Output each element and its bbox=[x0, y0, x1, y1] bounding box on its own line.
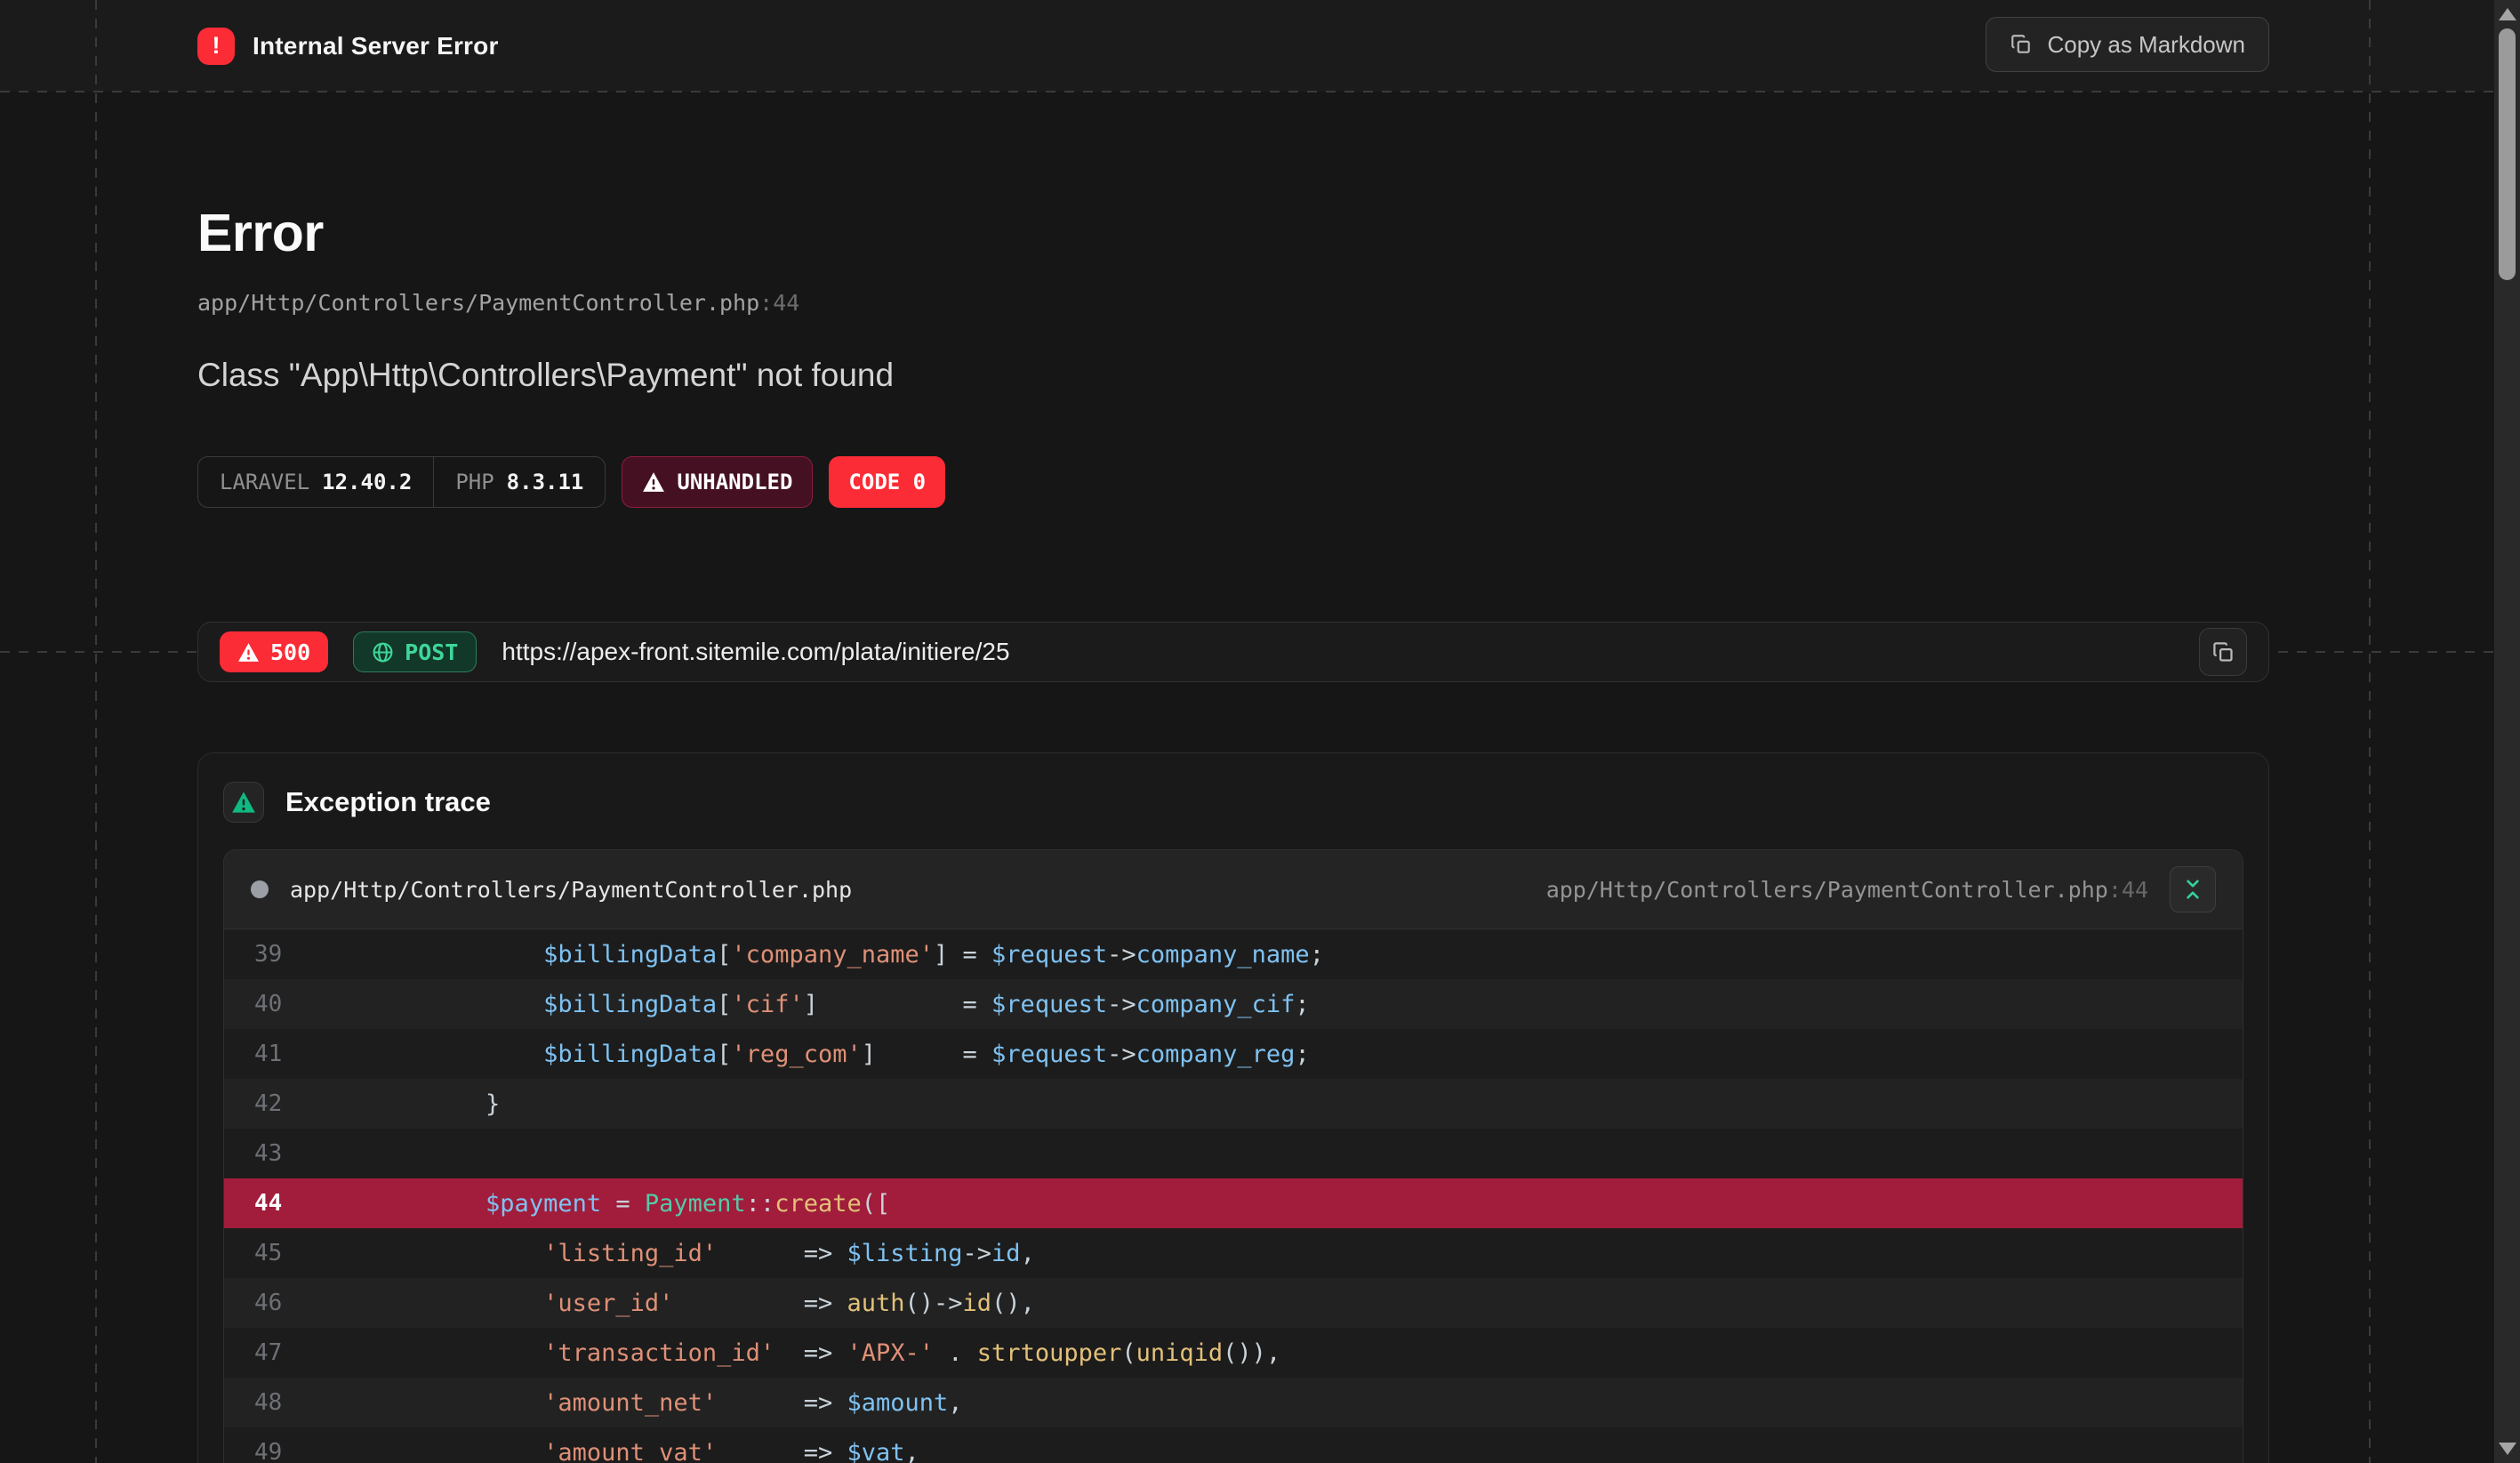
code-text: $billingData['cif'] = $request->company_… bbox=[331, 991, 1310, 1018]
code-text: $payment = Payment::create([ bbox=[331, 1190, 890, 1218]
code-text: $billingData['company_name'] = $request-… bbox=[331, 941, 1324, 969]
unhandled-badge: UNHANDLED bbox=[622, 456, 813, 508]
scrollbar-down-arrow[interactable] bbox=[2499, 1443, 2516, 1455]
laravel-label: LARAVEL bbox=[220, 470, 309, 494]
status-code: 500 bbox=[270, 639, 310, 665]
left-guide-line bbox=[95, 0, 97, 1463]
code-line-46: 46 'user_id' => auth()->id(), bbox=[224, 1278, 2243, 1328]
chevrons-collapse-icon bbox=[2181, 878, 2204, 901]
line-number: 42 bbox=[224, 1090, 331, 1117]
error-code-badge: CODE 0 bbox=[829, 456, 945, 508]
method-label: POST bbox=[405, 639, 458, 665]
topbar-left: ! Internal Server Error bbox=[197, 0, 499, 92]
version-pill: LARAVEL 12.40.2 PHP 8.3.11 bbox=[197, 456, 606, 508]
collapse-frame-button[interactable] bbox=[2170, 866, 2216, 912]
code-line-43: 43 bbox=[224, 1129, 2243, 1178]
frame-file-name: app/Http/Controllers/PaymentController.p… bbox=[290, 877, 852, 903]
error-heading: Error bbox=[197, 203, 945, 263]
error-message: Class "App\Http\Controllers\Payment" not… bbox=[197, 357, 945, 394]
trace-alert-icon bbox=[223, 782, 264, 823]
line-number: 40 bbox=[224, 991, 331, 1017]
laravel-version-segment: LARAVEL 12.40.2 bbox=[198, 457, 433, 507]
code-line-48: 48 'amount_net' => $amount, bbox=[224, 1378, 2243, 1427]
trace-frame: app/Http/Controllers/PaymentController.p… bbox=[223, 849, 2243, 1463]
page-title: Internal Server Error bbox=[253, 32, 499, 60]
request-url: https://apex-front.sitemile.com/plata/in… bbox=[502, 638, 2174, 666]
frame-location-line: :44 bbox=[2108, 877, 2148, 903]
status-warning-icon bbox=[237, 642, 260, 663]
code-line-47: 47 'transaction_id' => 'APX-' . strtoupp… bbox=[224, 1328, 2243, 1378]
code-text: 'amount_net' => $amount, bbox=[331, 1389, 963, 1417]
frame-bullet-icon bbox=[251, 880, 269, 898]
line-number: 39 bbox=[224, 941, 331, 968]
line-number: 49 bbox=[224, 1439, 331, 1463]
code-text: 'amount_vat' => $vat, bbox=[331, 1439, 919, 1463]
unhandled-label: UNHANDLED bbox=[677, 470, 792, 494]
php-version: 8.3.11 bbox=[507, 470, 584, 494]
scrollbar-thumb[interactable] bbox=[2499, 28, 2516, 280]
error-file-path: app/Http/Controllers/PaymentController.p… bbox=[197, 290, 945, 316]
line-number: 45 bbox=[224, 1240, 331, 1266]
line-number: 48 bbox=[224, 1389, 331, 1416]
code-line-41: 41 $billingData['reg_com'] = $request->c… bbox=[224, 1029, 2243, 1079]
browser-scrollbar[interactable] bbox=[2494, 0, 2520, 1463]
php-version-segment: PHP 8.3.11 bbox=[433, 457, 605, 507]
line-number: 43 bbox=[224, 1140, 331, 1167]
frame-location: app/Http/Controllers/PaymentController.p… bbox=[1546, 877, 2148, 903]
method-badge: POST bbox=[353, 631, 477, 672]
copy-as-markdown-label: Copy as Markdown bbox=[2047, 31, 2245, 59]
error-line-number: :44 bbox=[759, 290, 799, 316]
copy-url-button[interactable] bbox=[2199, 628, 2247, 676]
code-line-42: 42 } bbox=[224, 1079, 2243, 1129]
laravel-error-page: ! Internal Server Error Copy as Markdown… bbox=[0, 0, 2520, 1463]
code-text: 'listing_id' => $listing->id, bbox=[331, 1240, 1035, 1267]
line-number: 46 bbox=[224, 1290, 331, 1316]
line-number: 44 bbox=[224, 1190, 331, 1217]
copy-icon bbox=[2010, 33, 2033, 56]
right-guide-line bbox=[2369, 0, 2371, 1463]
code-line-40: 40 $billingData['cif'] = $request->compa… bbox=[224, 979, 2243, 1029]
line-number: 47 bbox=[224, 1339, 331, 1366]
error-alert-icon: ! bbox=[197, 28, 235, 65]
exception-trace-section: Exception trace app/Http/Controllers/Pay… bbox=[197, 752, 2269, 1463]
code-text: $billingData['reg_com'] = $request->comp… bbox=[331, 1041, 1310, 1068]
code-line-44: 44 $payment = Payment::create([ bbox=[224, 1178, 2243, 1228]
trace-frame-header: app/Http/Controllers/PaymentController.p… bbox=[224, 850, 2243, 929]
exception-trace-header: Exception trace bbox=[198, 753, 2268, 849]
exception-trace-title: Exception trace bbox=[285, 786, 491, 818]
code-text: 'transaction_id' => 'APX-' . strtoupper(… bbox=[331, 1339, 1280, 1367]
copy-as-markdown-button[interactable]: Copy as Markdown bbox=[1986, 17, 2269, 72]
code-text: } bbox=[331, 1090, 500, 1118]
php-label: PHP bbox=[455, 470, 494, 494]
code-text: 'user_id' => auth()->id(), bbox=[331, 1290, 1035, 1317]
globe-icon bbox=[372, 641, 394, 663]
code-lines: 39 $billingData['company_name'] = $reque… bbox=[224, 929, 2243, 1463]
status-badge: 500 bbox=[220, 631, 328, 672]
scrollbar-up-arrow[interactable] bbox=[2499, 8, 2516, 20]
error-file: app/Http/Controllers/PaymentController.p… bbox=[197, 290, 759, 316]
frame-location-path: app/Http/Controllers/PaymentController.p… bbox=[1546, 877, 2108, 903]
error-summary: Error app/Http/Controllers/PaymentContro… bbox=[197, 203, 945, 508]
meta-badges: LARAVEL 12.40.2 PHP 8.3.11 UNHANDLED COD… bbox=[197, 456, 945, 508]
request-bar: 500 POST https://apex-front.sitemile.com… bbox=[197, 622, 2269, 682]
code-line-49: 49 'amount_vat' => $vat, bbox=[224, 1427, 2243, 1463]
warning-triangle-icon bbox=[642, 471, 665, 493]
code-line-45: 45 'listing_id' => $listing->id, bbox=[224, 1228, 2243, 1278]
code-line-39: 39 $billingData['company_name'] = $reque… bbox=[224, 929, 2243, 979]
laravel-version: 12.40.2 bbox=[322, 470, 412, 494]
line-number: 41 bbox=[224, 1041, 331, 1067]
copy-icon bbox=[2211, 640, 2235, 664]
